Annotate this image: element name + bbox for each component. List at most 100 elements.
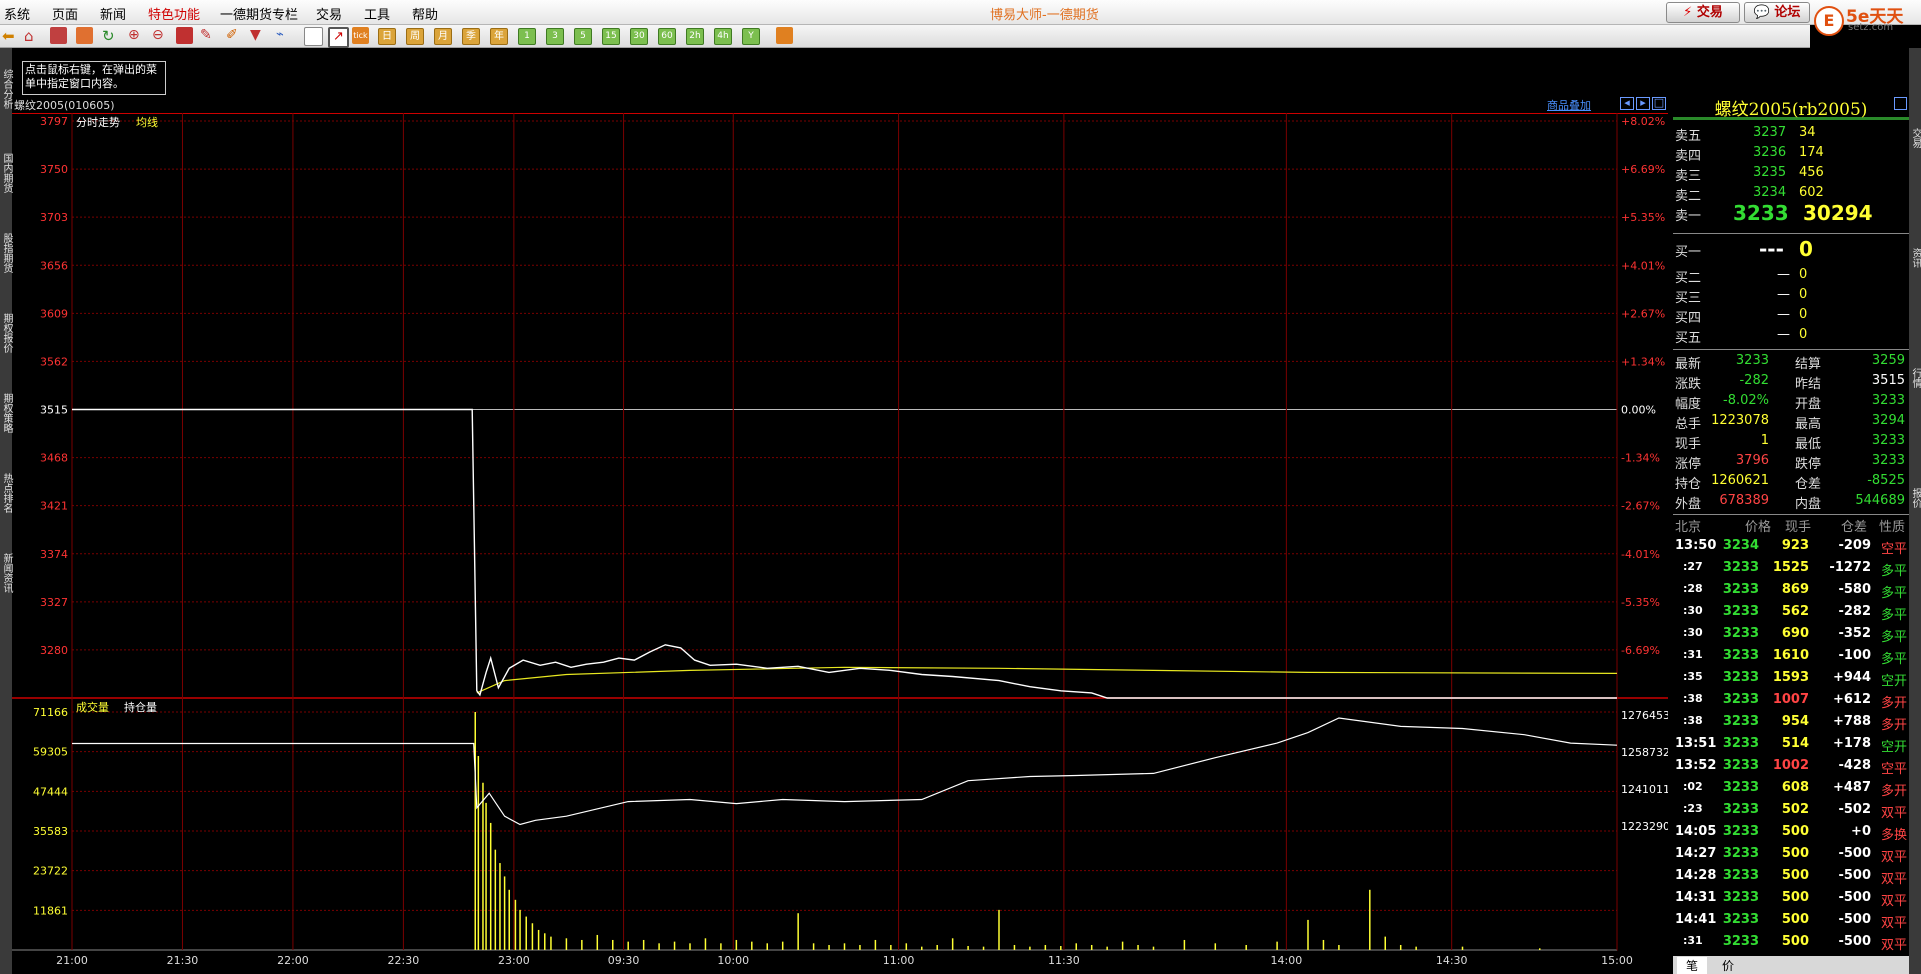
list-icon[interactable] (76, 27, 93, 44)
tab-index-futures[interactable]: 股指期货 (0, 218, 12, 288)
period-3min-button[interactable]: 3 (546, 28, 564, 45)
period-quarter-button[interactable]: 季 (462, 28, 480, 45)
pencil-icon[interactable]: ✎ (200, 27, 217, 44)
tab-options-strategy[interactable]: 期权策略 (0, 378, 12, 448)
period-4h-button[interactable]: 4h (714, 28, 732, 45)
bid-price: --- (1759, 237, 1784, 261)
tick-chart-icon[interactable]: tick (352, 27, 369, 44)
tick-volume: 690 (1781, 626, 1809, 641)
time-tick-label: 21:00 (56, 954, 88, 967)
grid-icon[interactable] (50, 27, 67, 44)
oi-tick-label: 1241011 (1621, 783, 1668, 796)
tick-time: 13:52 (1675, 758, 1717, 773)
tick-time: :28 (1683, 582, 1703, 595)
table-icon[interactable] (304, 27, 323, 46)
tab-news[interactable]: 新闻资讯 (0, 538, 12, 608)
tick-oi-change: -100 (1838, 648, 1871, 663)
price-tick-label: 3797 (40, 115, 68, 128)
right-tab-info[interactable]: 资讯 (1909, 228, 1921, 288)
timeshare-chart-icon[interactable]: ↗ (328, 27, 349, 48)
forum-button[interactable]: 💬 论坛 (1744, 2, 1810, 23)
bid-row: 买三 — 0 (1673, 287, 1909, 307)
tick-row: :30 3233 690 -352 多平 (1673, 626, 1909, 648)
ask-price: 3234 (1753, 185, 1787, 200)
chart-next-icon[interactable]: ▸ (1636, 97, 1650, 110)
period-week-button[interactable]: 周 (406, 28, 424, 45)
period-60min-button[interactable]: 60 (658, 28, 676, 45)
zoom-in-icon[interactable]: ⊕ (128, 27, 145, 44)
stat-value: 1260621 (1711, 473, 1769, 488)
stat-label: 仓差 (1795, 477, 1822, 492)
tick-volume: 1593 (1772, 670, 1809, 685)
pct-tick-label: 0.00% (1621, 404, 1656, 417)
menu-news[interactable]: 新闻 (100, 4, 126, 23)
back-arrow-icon[interactable]: ⬅ (2, 27, 19, 45)
panel-maximize-icon[interactable] (1894, 97, 1907, 110)
tab-domestic-futures[interactable]: 国内期货 (0, 138, 12, 208)
tick-volume: 514 (1781, 736, 1809, 751)
menu-system[interactable]: 系统 (4, 4, 30, 23)
window-icon[interactable] (176, 27, 193, 44)
volume-panel-frame (71, 697, 1618, 951)
menu-yide-column[interactable]: 一德期货专栏 (220, 4, 298, 23)
stat-row: 外盘 678389 内盘 544689 (1673, 493, 1909, 513)
zoom-out-icon[interactable]: ⊖ (152, 27, 169, 44)
home-icon[interactable]: ⌂ (24, 27, 41, 45)
calculator-icon[interactable] (776, 27, 793, 44)
tab-by-trade[interactable]: 笔 (1677, 957, 1707, 974)
period-2h-button[interactable]: 2h (686, 28, 704, 45)
chart-maximize-icon[interactable]: □ (1652, 97, 1666, 110)
tick-nature: 空开 (1880, 674, 1907, 689)
menu-help[interactable]: 帮助 (412, 4, 438, 23)
pct-tick-label: +8.02% (1621, 115, 1665, 128)
chart-prev-icon[interactable]: ◂ (1620, 97, 1634, 110)
period-5min-button[interactable]: 5 (574, 28, 592, 45)
period-day-button[interactable]: 日 (378, 28, 396, 45)
app-title: 博易大师-一德期货 (990, 8, 1099, 23)
right-tab-quote[interactable]: 报价 (1909, 468, 1921, 528)
tick-oi-change: -500 (1838, 868, 1871, 883)
tick-price: 3233 (1722, 934, 1759, 949)
indicator-icon[interactable]: ⌁ (276, 27, 293, 44)
tab-hot-ranking[interactable]: 热点排名 (0, 458, 12, 528)
menu-trade[interactable]: 交易 (316, 4, 342, 23)
menu-page[interactable]: 页面 (52, 4, 78, 23)
pct-tick-label: +6.69% (1621, 163, 1665, 176)
right-tab-trade[interactable]: 交易 (1909, 108, 1921, 168)
period-custom-button[interactable]: Y (742, 28, 760, 45)
period-month-button[interactable]: 月 (434, 28, 452, 45)
period-1min-button[interactable]: 1 (518, 28, 536, 45)
toolbar: ⬅ ⌂ ↻ ⊕ ⊖ ✎ ✐ ▼ ⌁ ↗ tick 日 周 月 季 年 1 3 5… (0, 25, 1810, 48)
tick-row: 14:28 3233 500 -500 双平 (1673, 868, 1909, 890)
tick-time: 14:28 (1675, 868, 1717, 883)
tick-volume: 954 (1781, 714, 1809, 729)
period-year-button[interactable]: 年 (490, 28, 508, 45)
open-interest-line (72, 717, 1618, 826)
menu-features[interactable]: 特色功能 (148, 4, 200, 23)
tick-row: 13:50 3234 923 -209 空平 (1673, 538, 1909, 560)
tab-by-price[interactable]: 价 (1713, 957, 1743, 974)
ask-volume: 30294 (1803, 201, 1873, 225)
filter-icon[interactable]: ▼ (250, 27, 267, 44)
brush-icon[interactable]: ✐ (226, 27, 243, 44)
forum-button-label: 论坛 (1774, 5, 1801, 20)
trade-button[interactable]: ⚡ 交易 (1666, 2, 1740, 23)
overlay-link[interactable]: 商品叠加 (1547, 97, 1591, 113)
intraday-chart[interactable]: 3797 +8.02% 3750 +6.69% 3703 +5.35% 3656 +4.01%… (12, 113, 1668, 974)
tick-row: :23 3233 502 -502 双平 (1673, 802, 1909, 824)
period-15min-button[interactable]: 15 (602, 28, 620, 45)
tick-time: :35 (1683, 670, 1703, 683)
right-tab-market[interactable]: 行情 (1909, 348, 1921, 408)
stat-label: 最新 (1675, 357, 1702, 372)
refresh-icon[interactable]: ↻ (102, 27, 119, 45)
tab-analysis[interactable]: 综合分析 (0, 54, 12, 124)
bid-label: 买一 (1675, 245, 1702, 260)
time-tick-label: 22:00 (277, 954, 309, 967)
tick-oi-change: -580 (1838, 582, 1871, 597)
bid-row: 买二 — 0 (1673, 267, 1909, 287)
tab-options-quote[interactable]: 期权报价 (0, 298, 12, 368)
tick-row: :31 3233 1610 -100 多平 (1673, 648, 1909, 670)
menu-tools[interactable]: 工具 (364, 4, 390, 23)
period-30min-button[interactable]: 30 (630, 28, 648, 45)
time-tick-label: 11:00 (883, 954, 915, 967)
